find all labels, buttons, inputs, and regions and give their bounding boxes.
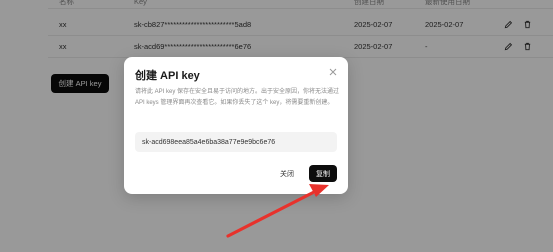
copy-button[interactable]: 复制: [309, 165, 337, 182]
dialog-title: 创建 API key: [135, 70, 200, 82]
create-api-key-dialog: 创建 API key 请将此 API key 保存在安全且易于访问的地方。出于安…: [124, 57, 348, 194]
api-key-display[interactable]: sk-acd698eea85a4e6ba38a77e9e9bc6e76: [135, 132, 337, 152]
dialog-description: 请将此 API key 保存在安全且易于访问的地方。出于安全原因，你将无法通过 …: [135, 89, 340, 106]
close-icon[interactable]: [327, 66, 339, 78]
close-button[interactable]: 关闭: [273, 165, 301, 182]
